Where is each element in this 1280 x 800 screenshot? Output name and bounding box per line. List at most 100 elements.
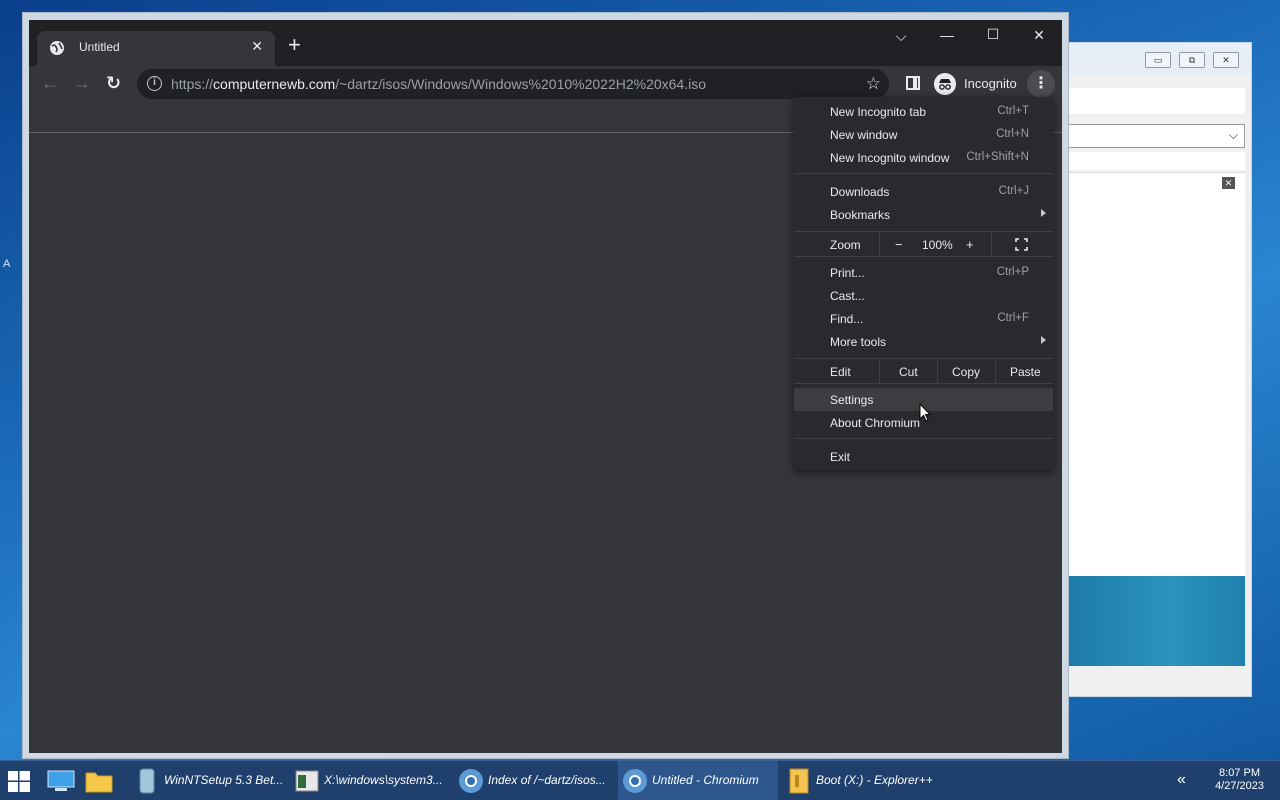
system-clock[interactable]: 8:07 PM 4/27/2023 — [1215, 767, 1264, 793]
menu-item-find[interactable]: Find... Ctrl+F — [794, 307, 1053, 330]
chromium-icon — [459, 769, 483, 793]
mouse-cursor-icon — [919, 403, 931, 422]
clock-date: 4/27/2023 — [1215, 780, 1264, 792]
new-tab-button[interactable]: + — [288, 32, 301, 58]
background-window-banner — [1061, 576, 1245, 666]
menu-item-shortcut: Ctrl+T — [997, 105, 1029, 117]
side-panel-icon[interactable] — [906, 76, 920, 90]
url-scheme: https:// — [171, 76, 214, 92]
site-info-icon[interactable]: i — [147, 76, 162, 91]
forward-arrow-icon[interactable]: → — [73, 73, 91, 93]
menu-zoom-row: Zoom − 100% + — [794, 232, 1053, 256]
menu-item-print[interactable]: Print... Ctrl+P — [794, 261, 1053, 284]
desktop-icon-edge: A — [3, 258, 11, 270]
edit-label: Edit — [830, 365, 851, 379]
taskbar-item-label: X:\windows\system3... — [324, 773, 443, 787]
url-text[interactable]: https://computernewb.com/~dartz/isos/Win… — [171, 76, 706, 92]
menu-separator — [937, 359, 938, 383]
menu-item-label: Bookmarks — [830, 208, 891, 222]
submenu-arrow-icon — [1041, 209, 1046, 217]
menu-item-label: New Incognito tab — [830, 105, 927, 119]
taskbar-item-cmd[interactable]: X:\windows\system3... — [290, 761, 450, 800]
menu-item-shortcut: Ctrl+N — [996, 128, 1029, 140]
menu-item-label: Find... — [830, 312, 864, 326]
tab-strip: Untitled ✕ + ⌵ — ☐ ✕ — [29, 20, 1062, 66]
url-host: computernewb.com — [213, 76, 336, 92]
clock-time: 8:07 PM — [1219, 767, 1261, 779]
cut-button[interactable]: Cut — [899, 365, 918, 379]
menu-kebab-icon[interactable]: ⋮ — [1027, 70, 1055, 98]
submenu-arrow-icon — [1041, 336, 1046, 344]
taskbar-item-chromium-index[interactable]: Index of /~dartz/isos... — [454, 761, 614, 800]
menu-separator — [879, 359, 880, 383]
copy-button[interactable]: Copy — [952, 365, 980, 379]
close-icon[interactable]: ✕ — [251, 38, 263, 55]
restore-icon[interactable]: ⧉ — [1179, 52, 1205, 68]
menu-item-label: Settings — [830, 393, 874, 407]
start-windows-icon[interactable] — [8, 771, 30, 792]
taskbar: WinNTSetup 5.3 Bet... X:\windows\system3… — [0, 760, 1280, 800]
menu-separator — [794, 383, 1053, 384]
folder-icon[interactable] — [85, 769, 113, 793]
background-window-dropdown[interactable]: ⌵ — [1061, 124, 1245, 148]
minimize-icon[interactable]: ▭ — [1145, 52, 1171, 68]
setup-icon — [139, 768, 155, 794]
close-icon[interactable]: ✕ — [1222, 177, 1235, 189]
tab-search-icon[interactable]: ⌵ — [881, 28, 921, 45]
bookmark-star-icon[interactable]: ☆ — [866, 74, 881, 94]
menu-item-label: Cast... — [830, 289, 865, 303]
menu-separator — [991, 232, 992, 256]
menu-item-downloads[interactable]: Downloads Ctrl+J — [794, 180, 1053, 203]
menu-item-exit[interactable]: Exit — [794, 445, 1053, 468]
menu-item-bookmarks[interactable]: Bookmarks — [794, 203, 1053, 226]
globe-icon — [50, 41, 64, 55]
fullscreen-icon[interactable] — [1015, 238, 1028, 251]
menu-item-more-tools[interactable]: More tools — [794, 330, 1053, 353]
menu-item-label: New window — [830, 128, 898, 142]
minimize-button[interactable]: — — [927, 27, 967, 43]
menu-separator — [794, 438, 1053, 439]
menu-item-label: More tools — [830, 335, 887, 349]
close-icon[interactable]: ✕ — [1213, 52, 1239, 68]
desktop-icon[interactable] — [47, 770, 75, 792]
menu-item-label: Exit — [830, 450, 851, 464]
taskbar-item-winntsetup[interactable]: WinNTSetup 5.3 Bet... — [130, 761, 284, 800]
chromium-icon — [623, 769, 647, 793]
background-window-titlebar[interactable]: ▭ ⧉ ✕ — [1061, 43, 1251, 75]
show-hidden-icons-chevron-icon[interactable]: « — [1177, 771, 1186, 789]
taskbar-item-explorerpp[interactable]: Boot (X:) - Explorer++ — [782, 761, 952, 800]
tab-untitled[interactable]: Untitled ✕ — [37, 31, 275, 66]
menu-separator — [879, 232, 880, 256]
zoom-out-button[interactable]: − — [895, 237, 903, 252]
incognito-icon — [934, 73, 956, 95]
menu-item-new-incognito-window[interactable]: New Incognito window Ctrl+Shift+N — [794, 146, 1053, 169]
menu-edit-row: Edit Cut Copy Paste — [794, 359, 1053, 383]
profile-label: Incognito — [964, 76, 1017, 91]
zoom-label: Zoom — [830, 238, 861, 252]
menu-item-new-incognito-tab[interactable]: New Incognito tab Ctrl+T — [794, 100, 1053, 123]
menu-item-label: About Chromium — [830, 416, 921, 430]
background-window-field — [1061, 152, 1245, 170]
menu-separator — [995, 359, 996, 383]
menu-item-cast[interactable]: Cast... — [794, 284, 1053, 307]
chevron-down-icon: ⌵ — [1228, 128, 1238, 142]
address-bar[interactable]: i https://computernewb.com/~dartz/isos/W… — [137, 69, 889, 99]
url-path: /~dartz/isos/Windows/Windows%2010%2022H2… — [335, 76, 707, 92]
background-window-field — [1061, 88, 1245, 114]
taskbar-item-label: WinNTSetup 5.3 Bet... — [164, 773, 284, 787]
menu-item-label: Downloads — [830, 185, 890, 199]
zoom-in-button[interactable]: + — [966, 237, 974, 252]
reload-icon[interactable]: ↻ — [106, 73, 121, 93]
menu-item-shortcut: Ctrl+P — [996, 266, 1029, 278]
menu-item-label: Print... — [830, 266, 865, 280]
close-window-button[interactable]: ✕ — [1019, 27, 1059, 44]
incognito-profile-button[interactable]: Incognito — [932, 70, 1020, 98]
tab-title: Untitled — [79, 40, 120, 54]
menu-item-new-window[interactable]: New window Ctrl+N — [794, 123, 1053, 146]
menu-item-shortcut: Ctrl+Shift+N — [966, 151, 1029, 163]
paste-button[interactable]: Paste — [1010, 365, 1041, 379]
taskbar-item-chromium-untitled[interactable]: Untitled - Chromium — [618, 761, 778, 800]
back-arrow-icon[interactable]: ← — [41, 73, 59, 93]
background-window[interactable]: ▭ ⧉ ✕ ⌵ ✕ — [1060, 42, 1252, 697]
maximize-button[interactable]: ☐ — [973, 26, 1013, 43]
